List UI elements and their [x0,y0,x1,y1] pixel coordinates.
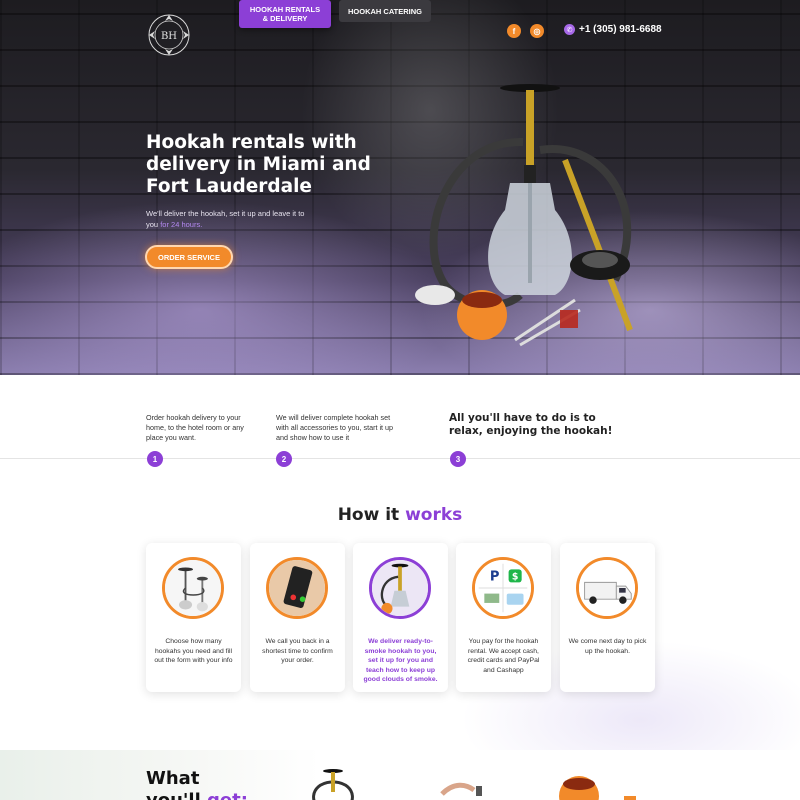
hookah-image [312,769,354,800]
orange-bowl-image [559,776,599,800]
hookah-hero-image [415,84,633,347]
get-title-line1: What [146,768,200,789]
logo[interactable]: BH [146,12,192,58]
hero-title: Hookah rentals with delivery in Miami an… [146,132,371,197]
nav-hookah-catering-button[interactable]: HOOKAH CATERING [339,0,431,22]
get-title-accent: get: [207,790,248,800]
svg-text:P: P [490,570,500,585]
phone-call-icon [266,557,328,619]
hero-section: BH HOOKAH RENTALS & DELIVERY HOOKAH CATER… [0,0,800,375]
how-card-4: P $ You pay for the hookah rental. We ac… [456,543,551,692]
step-3-text: All you'll have to do is to relax, enjoy… [449,412,613,437]
step-2-badge: 2 [276,451,292,467]
how-title-accent: works [405,505,463,525]
how-card-2: We call you back in a shortest time to c… [250,543,345,692]
what-you-get-title: Whatyou'll get: [146,768,266,800]
hero-subtitle: We'll deliver the hookah, set it up and … [146,208,316,230]
hand-coal-image [440,782,482,796]
how-card-text: Choose how many hookahs you need and fil… [154,638,233,664]
step-1-text: Order hookah delivery to your home, to t… [146,413,244,442]
instagram-icon[interactable]: ◎ [530,24,544,38]
nav-rentals-line1: HOOKAH RENTALS [249,5,321,14]
steps-divider [0,458,800,459]
how-title-text: How it [337,505,406,525]
order-service-button[interactable]: ORDER SERVICE [145,245,233,269]
svg-text:$: $ [512,572,519,583]
accessory-image [624,796,636,800]
facebook-icon[interactable]: f [507,24,521,38]
step-3-badge: 3 [450,451,466,467]
how-card-3: We deliver ready-to-smoke hookah to you,… [353,543,448,692]
step-1-badge: 1 [147,451,163,467]
how-card-5: We come next day to pick up the hookah. [560,543,655,692]
hookah-icon [162,557,224,619]
what-you-get-section [0,750,800,800]
get-title-line2: you'll [146,790,207,800]
how-card-text: We deliver ready-to-smoke hookah to you,… [363,638,438,683]
how-card-text: You pay for the hookah rental. We accept… [467,638,540,674]
phone-icon: ✆ [564,24,575,35]
delivery-van-icon [576,557,638,619]
how-card-1: Choose how many hookahs you need and fil… [146,543,241,692]
phone-link[interactable]: ✆ +1 (305) 981-6688 [564,24,662,35]
phone-number: +1 (305) 981-6688 [579,24,662,35]
step-2-text: We will deliver complete hookah set with… [276,413,394,442]
nav-hookah-rentals-button[interactable]: HOOKAH RENTALS & DELIVERY [239,0,331,28]
svg-text:BH: BH [161,31,177,42]
hero-subtitle-highlight: for 24 hours. [160,220,203,229]
how-it-works-title: How it works [0,505,800,525]
payment-icon: P $ [472,557,534,619]
how-card-text: We come next day to pick up the hookah. [568,638,647,655]
hookah-smoke-icon [369,557,431,619]
how-card-text: We call you back in a shortest time to c… [262,638,333,664]
nav-rentals-line2: & DELIVERY [262,14,308,23]
